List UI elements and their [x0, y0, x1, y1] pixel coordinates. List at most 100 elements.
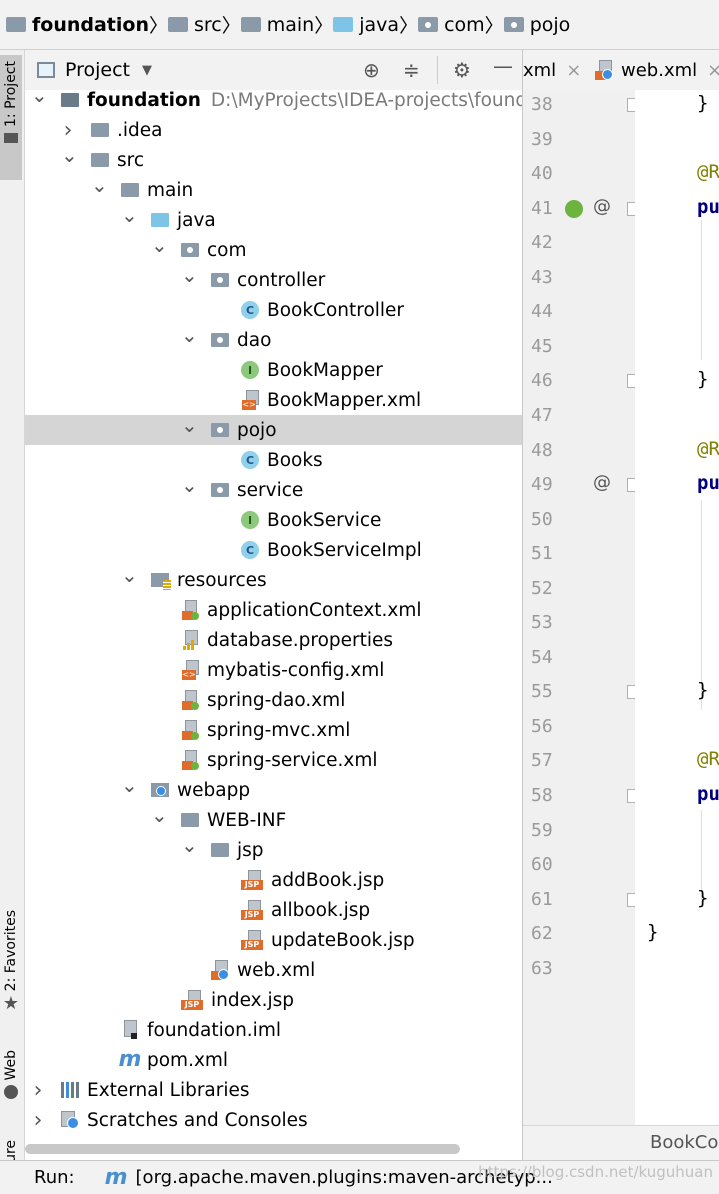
tree-item-label: foundation — [87, 90, 201, 111]
chevron-down-icon[interactable]: ⌄ — [121, 563, 138, 587]
folder-icon — [240, 17, 261, 32]
tree-item[interactable]: ⌄ dao — [25, 323, 522, 355]
tree-item[interactable]: › External Libraries — [25, 1075, 522, 1105]
web-xml-icon — [595, 60, 613, 80]
chevron-down-icon[interactable]: ⌄ — [181, 323, 198, 347]
breadcrumb-item[interactable]: java — [333, 14, 399, 36]
favorites-tool-label: 2: Favorites — [3, 910, 19, 992]
breadcrumb-item[interactable]: com — [418, 14, 485, 36]
chevron-down-icon[interactable]: ⌄ — [181, 833, 198, 857]
chevron-down-icon[interactable]: ⌄ — [61, 143, 78, 167]
tree-item-label: WEB-INF — [207, 809, 287, 831]
tree-item[interactable]: ›index.jsp — [25, 985, 522, 1015]
tree-item[interactable]: ›CBooks — [25, 445, 522, 475]
annotation-marker-icon[interactable]: @ — [593, 196, 611, 217]
module-folder-icon — [61, 91, 79, 109]
chevron-down-icon[interactable]: ⌄ — [181, 263, 198, 287]
breadcrumb-item[interactable]: main — [240, 14, 314, 36]
tree-item[interactable]: ⌄ WEB-INF — [25, 803, 522, 835]
tree-item[interactable]: ⌄ src — [25, 143, 522, 175]
tree-item[interactable]: ›IBookService — [25, 505, 522, 535]
spring-bean-icon[interactable] — [565, 199, 583, 218]
line-number: 42 — [531, 232, 553, 254]
breadcrumb-item[interactable]: pojo — [503, 14, 570, 36]
close-icon[interactable]: × — [707, 60, 719, 81]
close-icon[interactable]: × — [566, 60, 581, 81]
chevron-down-icon[interactable]: ⌄ — [181, 413, 198, 437]
structure-tool-tab[interactable]: ructure — [0, 1140, 22, 1160]
chevron-right-icon[interactable]: › — [31, 1078, 45, 1103]
tree-item[interactable]: ›IBookMapper — [25, 355, 522, 385]
scrollbar-thumb[interactable] — [25, 1144, 460, 1154]
jsp-file-icon — [241, 870, 263, 890]
tree-item[interactable]: ›web.xml — [25, 955, 522, 985]
tree-item-label: com — [207, 239, 247, 261]
breadcrumb-item[interactable]: src — [167, 14, 222, 36]
tree-item[interactable]: ⌄ jsp — [25, 833, 522, 865]
run-label[interactable]: Run: — [34, 1167, 75, 1188]
tree-item[interactable]: ⌄ com — [25, 233, 522, 265]
tree-item[interactable]: ›spring-service.xml — [25, 745, 522, 775]
tree-item[interactable]: ›updateBook.jsp — [25, 925, 522, 955]
tree-item-label: BookMapper.xml — [267, 389, 422, 411]
tree-item[interactable]: › .idea — [25, 115, 522, 145]
tree-item-label: src — [117, 149, 145, 171]
annotation-text: @R — [697, 437, 719, 460]
tree-item-label: .idea — [117, 119, 163, 141]
project-tool-tab[interactable]: 1: Project — [0, 55, 22, 180]
tree-item[interactable]: › Scratches and Consoles — [25, 1105, 522, 1135]
tree-item[interactable]: ⌄ service — [25, 473, 522, 505]
breadcrumb-item[interactable]: foundation — [6, 14, 149, 36]
editor-tab-web-xml[interactable]: web.xml × — [595, 50, 719, 90]
interface-icon: I — [241, 511, 259, 529]
tree-item[interactable]: ⌄ java — [25, 203, 522, 235]
tree-item[interactable]: ›foundation.iml — [25, 1015, 522, 1045]
tree-item[interactable]: ›database.properties — [25, 625, 522, 655]
tree-item[interactable]: ›applicationContext.xml — [25, 595, 522, 625]
tree-item[interactable]: ⌄ foundation D:\MyProjects\IDEA-projects\f… — [25, 90, 522, 115]
tree-item[interactable]: ›spring-mvc.xml — [25, 715, 522, 745]
tree-item[interactable]: ⌄ webapp — [25, 773, 522, 805]
chevron-down-icon[interactable]: ⌄ — [181, 473, 198, 497]
tree-item[interactable]: ›addBook.jsp — [25, 865, 522, 895]
collapse-all-icon[interactable]: ≑ — [403, 58, 420, 82]
hide-panel-icon[interactable]: — — [493, 54, 513, 78]
tree-item[interactable]: ⌄ main — [25, 173, 522, 205]
chevron-down-icon[interactable]: ⌄ — [121, 773, 138, 797]
chevron-right-icon[interactable]: › — [31, 1108, 45, 1133]
chevron-down-icon[interactable]: ▼ — [142, 63, 152, 78]
project-panel-header: Project ▼ ⊕ ≑ ⚙ — — [25, 50, 522, 91]
chevron-down-icon[interactable]: ⌄ — [121, 203, 138, 227]
chevron-down-icon[interactable]: ⌄ — [151, 233, 168, 257]
tree-item[interactable]: ›mybatis-config.xml — [25, 655, 522, 685]
iml-file-icon — [121, 1020, 139, 1039]
chevron-right-icon[interactable]: › — [61, 118, 75, 143]
tree-item[interactable]: ›mpom.xml — [25, 1045, 522, 1075]
tree-horizontal-scrollbar[interactable] — [25, 1140, 522, 1160]
tree-item-label: Scratches and Consoles — [87, 1109, 308, 1131]
tree-item-label: spring-service.xml — [207, 749, 378, 771]
tree-item[interactable]: ›BookMapper.xml — [25, 385, 522, 415]
gear-icon[interactable]: ⚙ — [453, 58, 471, 82]
tree-item[interactable]: ⌄ pojo — [25, 413, 522, 445]
code-editor[interactable]: } @R pu} @R pu} @R pu}} — [635, 90, 719, 1125]
chevron-down-icon[interactable]: ⌄ — [151, 803, 168, 827]
editor-tab-xml[interactable]: xml × — [523, 50, 581, 90]
chevron-down-icon[interactable]: ⌄ — [91, 173, 108, 197]
chevron-right-icon: 〉 — [484, 15, 504, 37]
locate-icon[interactable]: ⊕ — [363, 58, 380, 82]
tree-item[interactable]: ›allbook.jsp — [25, 895, 522, 925]
project-view-title[interactable]: Project — [65, 59, 130, 81]
package-icon — [503, 17, 524, 32]
annotation-marker-icon[interactable]: @ — [593, 472, 611, 493]
web-tool-tab[interactable]: Web — [0, 1050, 22, 1120]
editor-breadcrumb[interactable]: BookCor — [650, 1132, 719, 1153]
chevron-down-icon[interactable]: ⌄ — [31, 90, 48, 107]
favorites-tool-tab[interactable]: 2: Favorites ★ — [0, 910, 22, 1030]
web-xml-icon — [211, 960, 229, 980]
tree-item[interactable]: ›CBookController — [25, 295, 522, 325]
tree-item[interactable]: ›spring-dao.xml — [25, 685, 522, 715]
tree-item[interactable]: ›CBookServiceImpl — [25, 535, 522, 565]
tree-item[interactable]: ⌄ resources — [25, 563, 522, 595]
tree-item[interactable]: ⌄ controller — [25, 263, 522, 295]
